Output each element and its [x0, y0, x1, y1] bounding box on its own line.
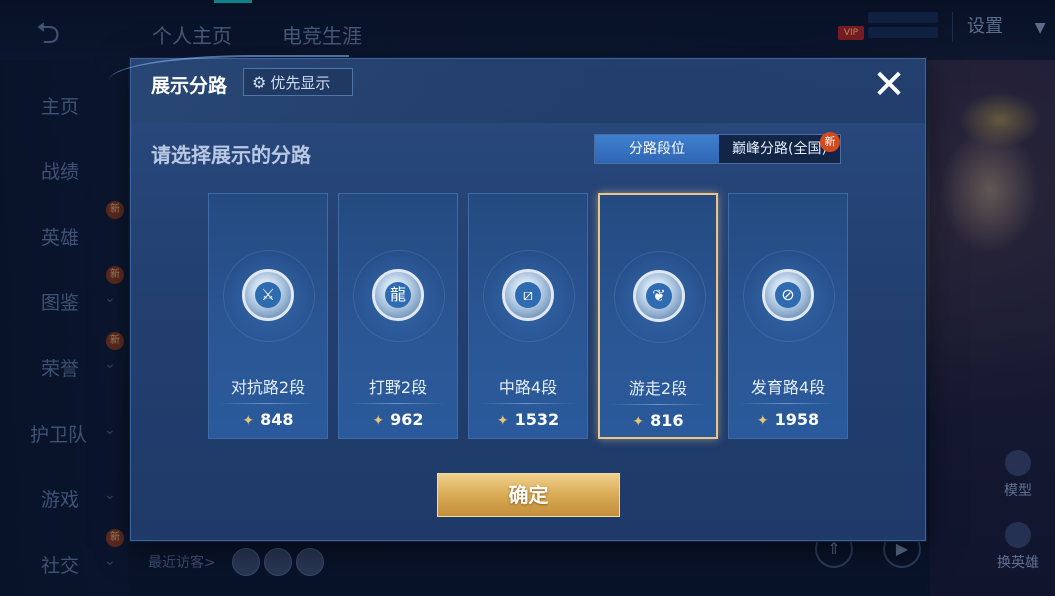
confirm-button[interactable]: 确定 — [437, 473, 620, 517]
card-divider — [610, 404, 706, 405]
priority-display-label: 优先显示 — [270, 74, 331, 92]
lane-card-farm[interactable]: ⊘ 发育路4段 ✦ 1958 — [728, 193, 848, 439]
lane-score-value: 816 — [650, 411, 684, 430]
tab-lane-rank[interactable]: 分路段位 — [595, 135, 719, 163]
sword-icon: ⚔ — [242, 269, 294, 321]
score-icon: ✦ — [632, 414, 645, 430]
card-divider — [479, 403, 575, 404]
lane-label: 对抗路2段 — [230, 378, 306, 397]
target-icon: ⊘ — [762, 269, 814, 321]
lane-card-mid[interactable]: ⧄ 中路4段 ✦ 1532 — [468, 193, 588, 439]
lane-label: 发育路4段 — [750, 378, 826, 397]
lane-score-value: 848 — [260, 410, 294, 429]
lane-card-roam[interactable]: ❦ 游走2段 ✦ 816 — [598, 193, 718, 439]
score-icon: ✦ — [756, 413, 769, 429]
lane-score-value: 1532 — [514, 410, 560, 429]
lane-score: ✦ 816 — [600, 411, 716, 430]
score-icon: ✦ — [242, 413, 255, 429]
gear-icon: ⚙ — [252, 73, 267, 92]
dragon-icon: 龍 — [372, 269, 424, 321]
lane-label: 中路4段 — [498, 378, 558, 397]
wings-icon: ❦ — [633, 270, 685, 322]
new-badge: 新 — [820, 132, 840, 152]
lane-score: ✦ 1958 — [729, 410, 847, 429]
card-divider — [349, 403, 445, 404]
lane-label: 游走2段 — [628, 379, 688, 398]
card-divider — [219, 403, 315, 404]
close-button[interactable]: ✕ — [867, 63, 911, 107]
dialog-subtitle: 请选择展示的分路 — [151, 143, 311, 167]
lane-label: 打野2段 — [368, 378, 428, 397]
lane-card-top[interactable]: ⚔ 对抗路2段 ✦ 848 — [208, 193, 328, 439]
lane-score: ✦ 962 — [339, 410, 457, 429]
lane-score: ✦ 1532 — [469, 410, 587, 429]
dialog-header: 展示分路 ⚙ 优先显示 ✕ — [109, 55, 925, 123]
score-icon: ✦ — [372, 413, 385, 429]
card-divider — [739, 403, 835, 404]
priority-display-button[interactable]: ⚙ 优先显示 — [243, 68, 353, 96]
mid-lane-icon: ⧄ — [502, 269, 554, 321]
lane-score: ✦ 848 — [209, 410, 327, 429]
dialog-title: 展示分路 — [151, 75, 228, 97]
lane-type-toggle: 分路段位 巅峰分路(全国) 新 — [594, 132, 841, 164]
score-icon: ✦ — [496, 413, 509, 429]
lane-score-value: 962 — [390, 410, 424, 429]
lane-display-dialog: 展示分路 ⚙ 优先显示 ✕ 请选择展示的分路 分路段位 巅峰分路(全国) 新 ⚔ … — [109, 55, 926, 541]
lane-card-jungle[interactable]: 龍 打野2段 ✦ 962 — [338, 193, 458, 439]
lane-score-value: 1958 — [774, 410, 820, 429]
